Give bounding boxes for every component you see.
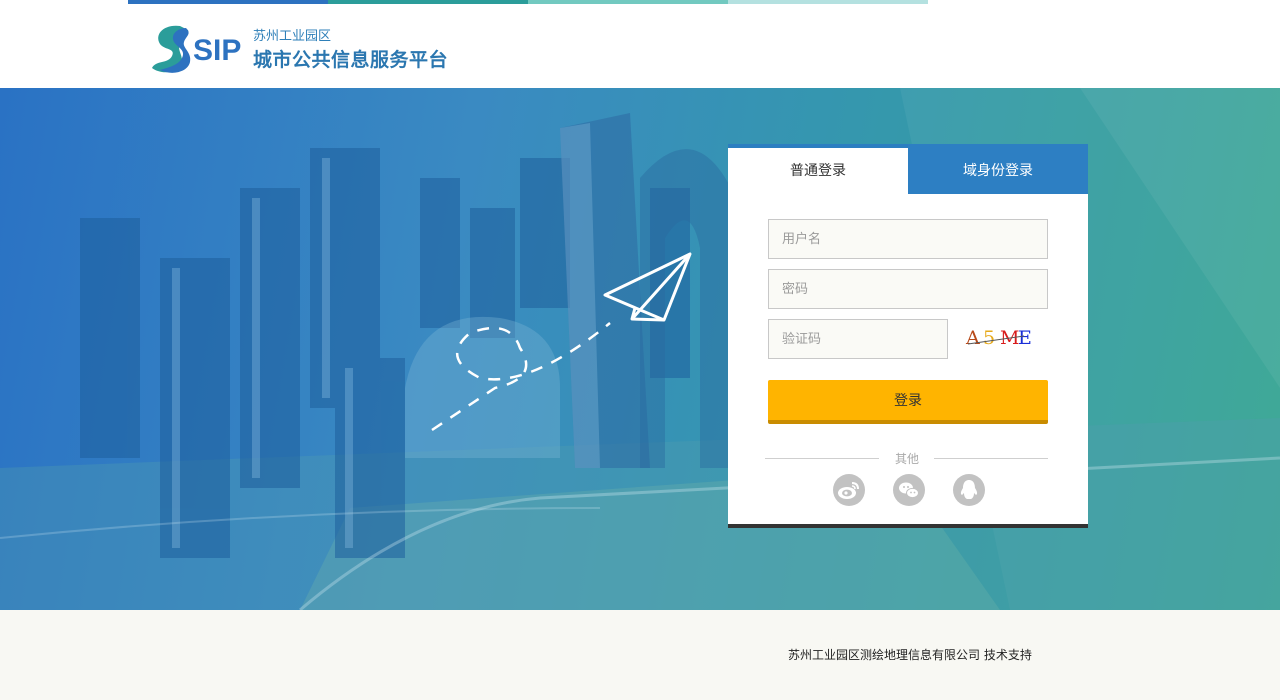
wechat-login-button[interactable] (893, 474, 925, 506)
login-button[interactable]: 登录 (768, 380, 1048, 424)
other-login-label: 其他 (895, 452, 920, 466)
login-tabs: 普通登录 域身份登录 (728, 144, 1088, 194)
divider-left (765, 458, 879, 459)
logo-subtitle: 苏州工业园区 (253, 29, 332, 44)
divider-right (934, 458, 1048, 459)
tab-normal-login[interactable]: 普通登录 (728, 144, 908, 194)
captcha-image[interactable]: A 5 M E (966, 324, 1036, 354)
stripe-1 (128, 0, 328, 4)
login-panel: 普通登录 域身份登录 A 5 M E 登录 其他 (728, 144, 1088, 528)
city-skyline-illustration (0, 88, 1280, 610)
username-input[interactable] (768, 219, 1048, 259)
qq-icon (960, 480, 978, 499)
stripe-4 (728, 0, 928, 4)
logo-title: 城市公共信息服务平台 (253, 49, 449, 71)
captcha-input[interactable] (768, 319, 948, 359)
hero-banner (0, 88, 1280, 610)
weibo-login-button[interactable] (833, 474, 865, 506)
site-logo[interactable]: SIP 苏州工业园区 城市公共信息服务平台 (150, 22, 460, 76)
wechat-icon (899, 482, 919, 499)
sip-logo-icon: SIP (152, 25, 241, 73)
header: SIP 苏州工业园区 城市公共信息服务平台 (0, 0, 1280, 88)
weibo-icon (838, 482, 859, 499)
captcha-noise-line (967, 335, 1025, 345)
qq-login-button[interactable] (953, 474, 985, 506)
tab-domain-login[interactable]: 域身份登录 (908, 144, 1088, 194)
footer: 苏州工业园区测绘地理信息有限公司 技术支持 (0, 610, 1280, 700)
password-input[interactable] (768, 269, 1048, 309)
stripe-2 (328, 0, 528, 4)
footer-support-text: 苏州工业园区测绘地理信息有限公司 技术支持 (788, 648, 1032, 662)
top-color-stripes (128, 0, 928, 4)
stripe-3 (528, 0, 728, 4)
logo-sip-text: SIP (193, 34, 241, 67)
